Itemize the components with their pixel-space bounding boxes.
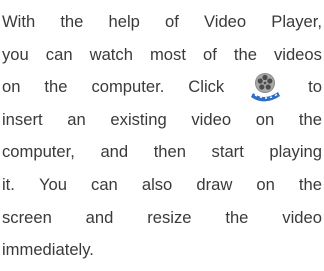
word: help: [108, 12, 140, 31]
word: the: [44, 77, 68, 97]
text-line-7: screen and resize the video: [2, 202, 322, 235]
word: to: [308, 77, 322, 97]
word: most: [149, 44, 186, 64]
word: Player,: [271, 12, 322, 31]
text-line-4: insert an existing video on the: [2, 104, 322, 137]
word: watch: [89, 44, 133, 64]
word: resize: [147, 207, 192, 227]
video-reel-icon[interactable]: [248, 71, 284, 103]
word: and: [100, 142, 129, 162]
word: the: [225, 207, 249, 227]
word: Video: [203, 12, 247, 31]
word: video: [191, 109, 232, 129]
word: You: [38, 174, 67, 194]
word: of: [202, 44, 217, 64]
word: you: [2, 44, 29, 64]
text-line-8: immediately.: [2, 240, 94, 260]
word: the: [233, 44, 257, 64]
word: the: [298, 109, 322, 129]
word: draw: [196, 174, 233, 194]
word: video: [282, 207, 322, 227]
word: can: [91, 174, 118, 194]
word: on: [2, 77, 21, 97]
word: the: [60, 12, 84, 31]
text-line-1: With the help of Video Player,: [2, 6, 322, 39]
text-line-5: computer, and then start playing: [2, 136, 322, 169]
word: an: [67, 109, 86, 129]
word: videos: [273, 44, 322, 64]
help-paragraph: With the help of Video Player, you can watch mos…: [2, 6, 322, 267]
word: on: [256, 174, 275, 194]
word: insert: [2, 109, 43, 129]
text-line-2: you can watch most of the videos: [2, 39, 322, 72]
text-line-3: on the computer. Click to: [2, 71, 322, 104]
word: playing: [269, 142, 322, 162]
word: Click: [188, 77, 225, 97]
word: screen: [2, 207, 52, 227]
word: the: [298, 174, 322, 194]
word: computer.: [91, 77, 165, 97]
word: of: [165, 12, 179, 31]
word: also: [141, 174, 173, 194]
word: With: [2, 12, 36, 31]
word: it.: [2, 174, 15, 194]
word: and: [85, 207, 114, 227]
word: start: [211, 142, 244, 162]
word: can: [45, 44, 73, 64]
word: then: [153, 142, 186, 162]
word: existing: [110, 109, 167, 129]
word: computer,: [2, 142, 75, 162]
text-line-6: it. You can also draw on the: [2, 169, 322, 202]
word: on: [255, 109, 275, 129]
